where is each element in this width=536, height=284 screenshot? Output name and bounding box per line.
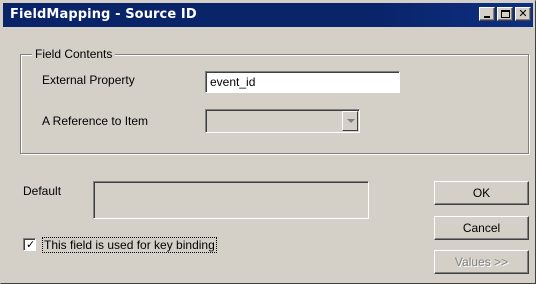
- values-button[interactable]: Values >>: [434, 250, 529, 274]
- reference-to-item-label: A Reference to Item: [42, 114, 149, 128]
- cancel-button[interactable]: Cancel: [434, 216, 529, 240]
- default-label: Default: [23, 184, 62, 198]
- close-button[interactable]: ✕: [515, 7, 531, 21]
- key-binding-checkbox[interactable]: ✓: [23, 238, 36, 251]
- chevron-down-icon[interactable]: [342, 111, 358, 131]
- minimize-icon: [484, 16, 490, 18]
- external-property-input[interactable]: event_id: [205, 71, 400, 93]
- dialog-window: FieldMapping - Source ID ✕ Field Content…: [0, 0, 536, 284]
- field-contents-group: [20, 54, 529, 154]
- checkmark-icon: ✓: [26, 238, 36, 251]
- minimize-button[interactable]: [479, 7, 495, 21]
- external-property-label: External Property: [42, 73, 135, 87]
- title-bar[interactable]: FieldMapping - Source ID ✕: [3, 3, 533, 27]
- reference-to-item-combo[interactable]: [205, 109, 360, 133]
- maximize-icon: [501, 10, 510, 18]
- ok-button[interactable]: OK: [434, 181, 529, 205]
- field-contents-legend: Field Contents: [32, 47, 116, 61]
- close-icon: ✕: [518, 7, 528, 20]
- maximize-button[interactable]: [497, 7, 513, 21]
- window-title: FieldMapping - Source ID: [10, 7, 197, 22]
- key-binding-label[interactable]: This field is used for key binding: [42, 237, 217, 253]
- default-input[interactable]: [93, 181, 369, 219]
